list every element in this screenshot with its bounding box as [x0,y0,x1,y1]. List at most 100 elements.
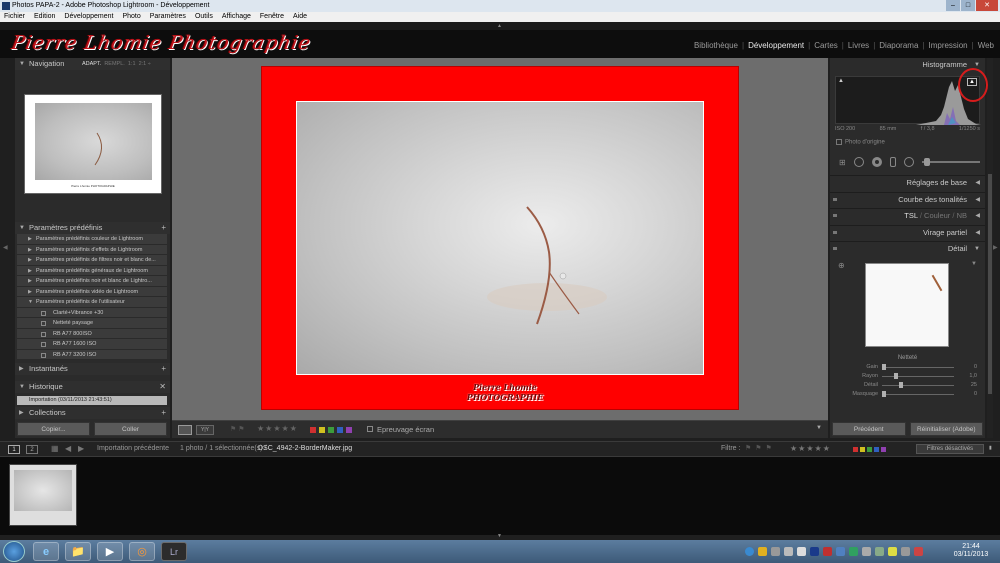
preset-group[interactable]: ▶ Paramètres prédéfinis d'effets de Light… [17,244,167,255]
zoom-fit[interactable]: ADAPT. [82,61,101,67]
scroll-thumb[interactable] [988,174,992,394]
preset-group[interactable]: ▶ Paramètres prédéfinis de filtres noir e… [17,255,167,266]
sharpen-masking-slider[interactable] [882,391,954,397]
source-label[interactable]: Importation précédente [97,445,169,452]
panel-switch-icon[interactable] [833,198,837,201]
tray-app-icon[interactable] [849,546,858,556]
panel-switch-icon[interactable] [833,214,837,217]
color-label-swatch[interactable] [310,427,316,433]
menu-parametres[interactable]: Paramètres [150,12,186,22]
color-label-swatch[interactable] [328,427,334,433]
slider-thumb[interactable] [882,391,886,397]
toolbar-menu-icon[interactable]: ▼ [816,425,822,431]
history-item[interactable]: Importation (03/11/2013 21:43:51) [17,396,167,405]
navigator-header[interactable]: ▼ Navigation ADAPT. REMPL. 1:1 2:1 ÷ [15,58,170,70]
filter-flags[interactable]: ⚑ ⚑ ⚑ [745,444,773,452]
crop-tool-icon[interactable]: ⊞ [839,158,846,167]
paste-button[interactable]: Coller [94,422,167,436]
before-after-icon[interactable]: Y|Y [196,425,214,435]
module-diaporama[interactable]: Diaporama [879,41,918,50]
bw-tab[interactable]: NB [957,211,967,220]
flag-tray-icon[interactable] [914,546,923,556]
collections-header[interactable]: ▶ Collections + [15,407,170,419]
top-panel-toggle[interactable]: ▲ [0,22,1000,30]
preset-group[interactable]: ▶ Paramètres prédéfinis noir et blanc de … [17,276,167,287]
ie-icon[interactable]: e [33,542,59,561]
zoom-fill[interactable]: REMPL. [104,61,124,67]
minimize-button[interactable]: – [946,0,960,11]
menu-outils[interactable]: Outils [195,12,213,22]
menu-developpement[interactable]: Développement [64,12,113,22]
menu-affichage[interactable]: Affichage [222,12,251,22]
softproof-checkbox[interactable] [367,426,373,432]
reset-button[interactable]: Réinitialiser (Adobe) [909,422,983,436]
panel-switch-icon[interactable] [833,247,837,250]
copy-button[interactable]: Copier... [17,422,90,436]
media-player-icon[interactable]: ▶ [97,542,123,561]
back-arrow-icon[interactable]: ◀ [65,444,71,453]
sharpen-amount-slider[interactable] [882,364,954,370]
firefox-icon[interactable]: ◎ [129,542,155,561]
preset-item[interactable]: Clarté+Vibrance +30 [17,307,167,318]
filename[interactable]: DSC_4942-2-BorderMaker.jpg [258,445,352,452]
loupe-view-icon[interactable] [178,425,192,435]
menu-fenetre[interactable]: Fenêtre [260,12,284,22]
clock[interactable]: 21:44 03/11/2013 [950,543,992,559]
color-label-swatch[interactable] [853,447,858,452]
right-panel-toggle-icon[interactable]: ▶ [993,244,998,251]
shadow-clipping-icon[interactable]: ▲ [838,78,844,84]
menu-photo[interactable]: Photo [122,12,140,22]
menu-edition[interactable]: Edition [34,12,55,22]
tray-app-icon[interactable] [771,546,780,556]
basic-panel-header[interactable]: Réglages de base ◀ [830,175,985,189]
left-panel-toggle-icon[interactable]: ◀ [3,244,8,251]
zoom-2-1[interactable]: 2:1 ÷ [139,61,151,67]
color-label-swatch[interactable] [860,447,865,452]
color-tab[interactable]: Couleur [924,211,950,220]
tone-curve-header[interactable]: Courbe des tonalités ◀ [830,192,985,206]
color-label-swatch[interactable] [319,427,325,433]
snapshots-header[interactable]: ▶ Instantanés + [15,363,170,375]
filmstrip-thumbnail[interactable] [9,464,77,526]
sharpen-radius-slider[interactable] [882,373,954,379]
preset-group[interactable]: ▶ Paramètres prédéfinis généraux de Light… [17,265,167,276]
filter-lock-icon[interactable]: ▮ [989,445,992,451]
history-header[interactable]: ▼ Historique ✕ [15,381,170,393]
tray-app-icon[interactable] [810,546,819,556]
volume-icon[interactable] [901,546,910,556]
slider-thumb[interactable] [882,364,886,370]
detail-preview[interactable] [865,263,949,347]
hsl-tab[interactable]: TSL [904,211,917,220]
warning-icon[interactable] [758,546,767,556]
color-label-swatch[interactable] [874,447,879,452]
slider-thumb[interactable] [899,382,903,388]
original-checkbox[interactable] [836,139,842,145]
main-photo[interactable] [296,101,704,375]
lightroom-icon[interactable]: Lr [161,542,187,561]
secondary-window-button[interactable]: 2 [26,445,38,454]
previous-button[interactable]: Précédent [832,422,906,436]
color-label-swatch[interactable] [337,427,343,433]
module-web[interactable]: Web [978,41,994,50]
panel-switch-icon[interactable] [833,231,837,234]
preset-group-user[interactable]: ▼ Paramètres prédéfinis de l'utilisateur [17,297,167,308]
tray-app-icon[interactable] [784,546,793,556]
forward-arrow-icon[interactable]: ▶ [78,444,84,453]
module-cartes[interactable]: Cartes [814,41,838,50]
hsl-header[interactable]: TSL / Couleur / NB ◀ [830,208,985,222]
flag-icons[interactable]: ⚑ ⚑ [230,425,245,433]
start-button[interactable] [3,541,25,562]
preset-group[interactable]: ▶ Paramètres prédéfinis vidéo de Lightroo… [17,286,167,297]
grid-icon[interactable]: ▦ [51,444,59,453]
tray-app-icon[interactable] [862,546,871,556]
bottom-panel-toggle-icon[interactable]: ▼ [497,533,502,539]
menu-aide[interactable]: Aide [293,12,307,22]
slider-thumb[interactable] [893,373,898,379]
brush-slider[interactable] [921,158,980,166]
red-eye-icon[interactable] [871,157,882,167]
tray-app-icon[interactable] [797,546,806,556]
add-preset-icon[interactable]: + [161,222,166,234]
preset-item[interactable]: RB A77 1600 ISO [17,339,167,350]
module-impression[interactable]: Impression [928,41,967,50]
tray-app-icon[interactable] [875,546,884,556]
